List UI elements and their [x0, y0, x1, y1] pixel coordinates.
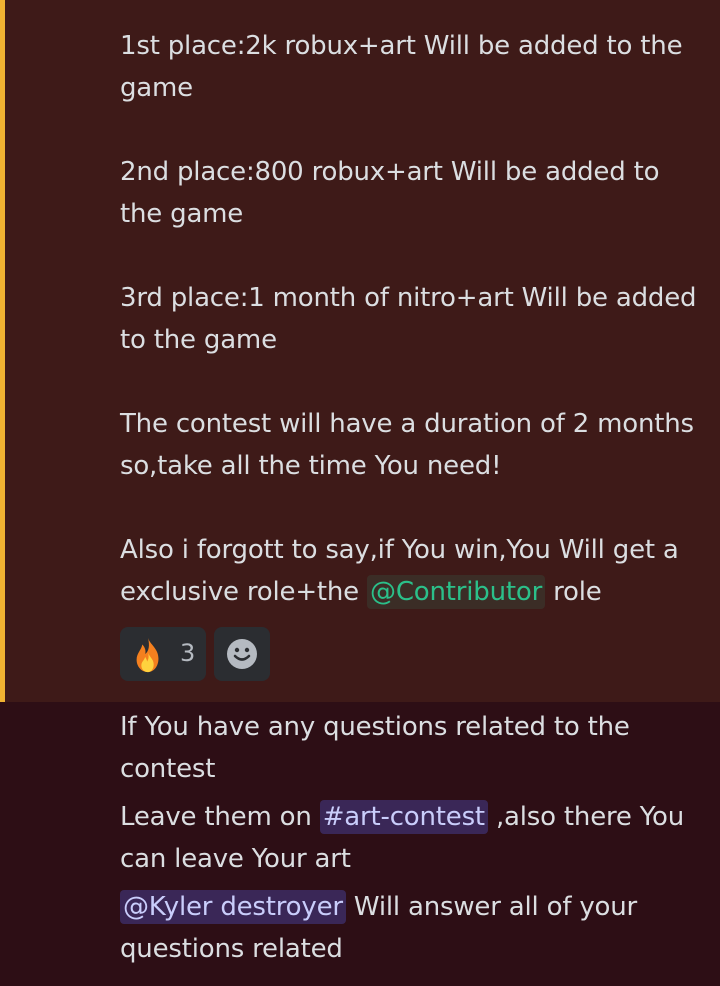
fire-reaction-count: 3 — [180, 639, 196, 667]
message-line-role-note: Also i forgott to say,if You win,You Wil… — [120, 529, 705, 613]
message-line-first-place: 1st place:2k robux+art Will be added to … — [120, 25, 705, 109]
message-line-leave: Leave them on #art-contest ,also there Y… — [120, 796, 705, 880]
message-line-third-place: 3rd place:1 month of nitro+art Will be a… — [120, 277, 705, 361]
role-note-suffix: role — [545, 577, 602, 607]
add-reaction-button[interactable] — [214, 627, 270, 681]
fire-reaction-button[interactable]: 3 — [120, 627, 206, 681]
message-line-answer: @Kyler destroyer Will answer all of your… — [120, 886, 705, 970]
third-place-text: 3rd place:1 month of nitro+art Will be a… — [120, 283, 697, 355]
message-line-second-place: 2nd place:800 robux+art Will be added to… — [120, 151, 705, 235]
first-place-text: 1st place:2k robux+art Will be added to … — [120, 31, 683, 103]
kyler-user-mention[interactable]: @Kyler destroyer — [120, 890, 346, 924]
duration-text: The contest will have a duration of 2 mo… — [120, 409, 694, 481]
questions-text: If You have any questions related to the… — [120, 712, 630, 784]
message-line-duration: The contest will have a duration of 2 mo… — [120, 403, 705, 487]
mention-highlight-bar — [0, 0, 5, 702]
second-place-text: 2nd place:800 robux+art Will be added to… — [120, 157, 660, 229]
fire-icon — [136, 637, 159, 673]
leave-text: Leave them on — [120, 802, 320, 832]
message-line-questions: If You have any questions related to the… — [120, 706, 705, 790]
contributor-role-mention[interactable]: @Contributor — [367, 575, 546, 609]
art-contest-channel-mention[interactable]: #art-contest — [319, 800, 488, 834]
smile-icon — [227, 639, 257, 669]
chat-view: 1st place:2k robux+art Will be added to … — [0, 0, 720, 986]
